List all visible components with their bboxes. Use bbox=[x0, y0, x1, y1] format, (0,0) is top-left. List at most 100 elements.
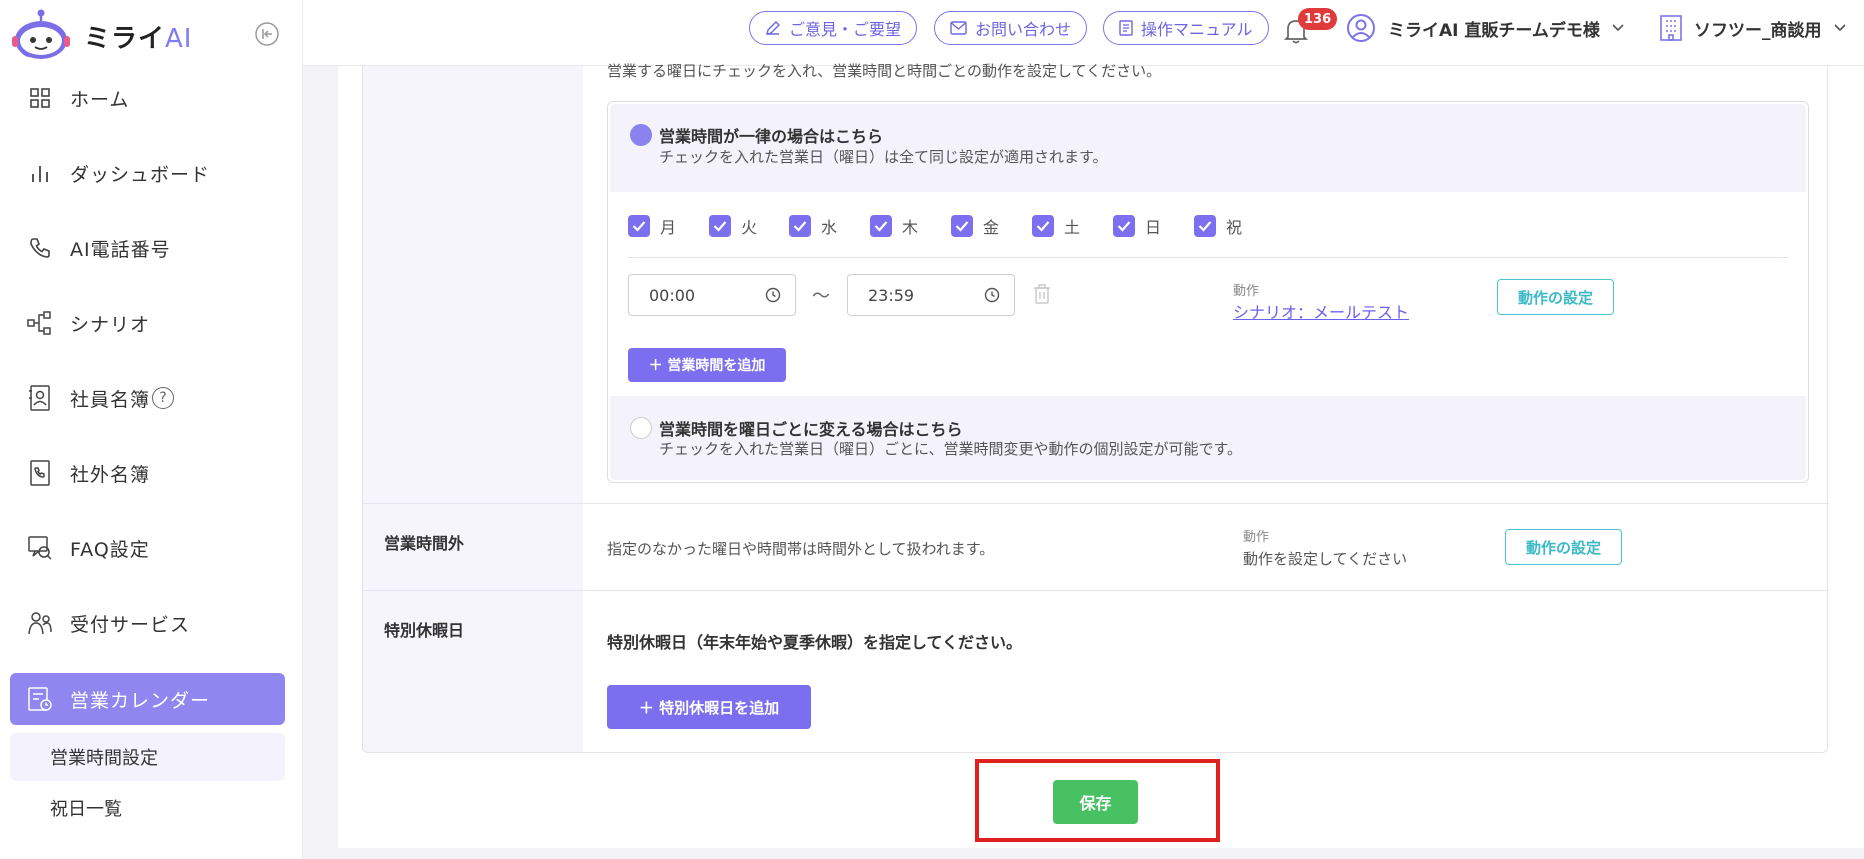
add-business-hours-button[interactable]: ＋ 営業時間を追加 bbox=[628, 348, 786, 382]
checkbox-checked-icon bbox=[1032, 215, 1054, 237]
checkbox-checked-icon bbox=[1194, 215, 1216, 237]
clock-icon bbox=[984, 287, 1000, 303]
manual-label: 操作マニュアル bbox=[1141, 20, 1253, 39]
action-label: 動作 bbox=[1243, 530, 1270, 545]
day-checkbox-tue[interactable]: 火 bbox=[709, 214, 757, 238]
uniform-option-desc: チェックを入れた営業日（曜日）は全て同じ設定が適用されます。 bbox=[659, 148, 1108, 166]
trash-icon[interactable] bbox=[1032, 283, 1052, 305]
day-checkbox-thu[interactable]: 木 bbox=[870, 214, 918, 238]
grid-icon bbox=[26, 84, 54, 112]
action-settings-button[interactable]: 動作の設定 bbox=[1497, 279, 1614, 315]
sidebar-item-label: 社員名簿 bbox=[70, 388, 151, 411]
feedback-label: ご意見・ご要望 bbox=[789, 20, 902, 39]
sidebar-item-label: AI電話番号 bbox=[70, 238, 171, 261]
sidebar-item-home[interactable]: ホーム bbox=[10, 72, 285, 124]
sidebar-item-dashboard[interactable]: ダッシュボード bbox=[10, 147, 285, 199]
day-checkbox-sat[interactable]: 土 bbox=[1032, 214, 1080, 238]
user-avatar-icon bbox=[1347, 14, 1375, 42]
sidebar-item-employee-directory[interactable]: 社員名簿 ? bbox=[10, 372, 285, 424]
day-checkbox-wed[interactable]: 水 bbox=[789, 214, 837, 238]
uniform-hours-radio[interactable] bbox=[630, 124, 652, 146]
user-menu[interactable]: ミライAI 直販チームデモ様 bbox=[1346, 12, 1624, 44]
help-icon[interactable]: ? bbox=[152, 387, 175, 409]
checkbox-checked-icon bbox=[628, 215, 650, 237]
business-hours-form: 営業時間外 特別休暇日 営業する曜日にチェックを入れ、営業時間と時間ごとの動作を… bbox=[362, 62, 1829, 753]
faq-icon bbox=[26, 534, 54, 562]
sidebar-item-reception[interactable]: 受付サービス bbox=[10, 597, 285, 649]
end-time-input[interactable]: 23:59 bbox=[847, 274, 1015, 316]
calendar-clock-icon bbox=[26, 685, 54, 713]
per-day-hours-radio[interactable] bbox=[630, 417, 652, 439]
manual-button[interactable]: 操作マニュアル bbox=[1103, 11, 1269, 45]
sidebar-item-label: シナリオ bbox=[70, 313, 151, 336]
sidebar-item-label: ホーム bbox=[70, 88, 130, 111]
people-icon bbox=[26, 609, 54, 637]
sidebar-item-label: 社外名簿 bbox=[70, 463, 151, 486]
sidebar-item-business-calendar[interactable]: 営業カレンダー bbox=[10, 673, 285, 725]
per-day-option-header: 営業時間を曜日ごとに変える場合はこちら チェックを入れた営業日（曜日）ごとに、営… bbox=[610, 396, 1806, 480]
day-checkbox-sun[interactable]: 日 bbox=[1113, 214, 1161, 238]
company-name: ソフツー_商談用 bbox=[1694, 20, 1822, 41]
collapse-sidebar-icon[interactable] bbox=[254, 21, 280, 47]
checkbox-checked-icon bbox=[709, 215, 731, 237]
time-range-separator: 〜 bbox=[812, 286, 830, 307]
uniform-option-header: 営業時間が一律の場合はこちら チェックを入れた営業日（曜日）は全て同じ設定が適用… bbox=[610, 104, 1806, 192]
day-checkbox-fri[interactable]: 金 bbox=[951, 214, 999, 238]
sidebar-item-label: ダッシュボード bbox=[70, 163, 211, 186]
mail-icon bbox=[950, 21, 967, 35]
brand-name: ミライAI bbox=[84, 23, 193, 54]
scenario-link[interactable]: シナリオ：メールテスト bbox=[1233, 299, 1409, 323]
clock-icon bbox=[765, 287, 781, 303]
contact-book-icon bbox=[26, 384, 54, 412]
save-button[interactable]: 保存 bbox=[1053, 780, 1138, 824]
sidebar-subitem-holidays[interactable]: 祝日一覧 bbox=[10, 784, 285, 832]
business-hours-intro: 営業する曜日にチェックを入れ、営業時間と時間ごとの動作を設定してください。 bbox=[607, 62, 1162, 80]
building-icon bbox=[1660, 15, 1682, 41]
special-holidays-label: 特別休暇日 bbox=[384, 621, 465, 640]
sidebar-item-faq[interactable]: FAQ設定 bbox=[10, 522, 285, 574]
divider bbox=[628, 257, 1788, 258]
special-holidays-label-cell: 特別休暇日 bbox=[363, 591, 583, 752]
flow-icon bbox=[26, 309, 54, 337]
day-checkbox-mon[interactable]: 月 bbox=[628, 214, 676, 238]
document-icon bbox=[1119, 20, 1133, 36]
hours-mode-options: 営業時間が一律の場合はこちら チェックを入れた営業日（曜日）は全て同じ設定が適用… bbox=[607, 101, 1809, 483]
company-menu[interactable]: ソフツー_商談用 bbox=[1658, 12, 1846, 44]
after-hours-label: 営業時間外 bbox=[384, 534, 465, 553]
sidebar: ミライAI ホーム ダッシュボード AI電話番号 シナリオ 社員名簿 ? 社外名… bbox=[0, 0, 303, 859]
contact-label: お問い合わせ bbox=[975, 20, 1072, 39]
checkbox-checked-icon bbox=[789, 215, 811, 237]
start-time-input[interactable]: 00:00 bbox=[628, 274, 796, 316]
action-label: 動作 bbox=[1233, 284, 1260, 299]
per-day-option-desc: チェックを入れた営業日（曜日）ごとに、営業時間変更や動作の個別設定が可能です。 bbox=[659, 440, 1243, 458]
phone-book-icon bbox=[26, 459, 54, 487]
after-hours-label-cell: 営業時間外 bbox=[363, 504, 583, 590]
after-hours-desc: 指定のなかった曜日や時間帯は時間外として扱われます。 bbox=[607, 540, 995, 558]
contact-button[interactable]: お問い合わせ bbox=[934, 11, 1088, 45]
business-hours-label-cell bbox=[363, 66, 583, 503]
bar-chart-icon bbox=[26, 159, 54, 187]
sidebar-item-external-directory[interactable]: 社外名簿 bbox=[10, 447, 285, 499]
sidebar-subitem-business-hours[interactable]: 営業時間設定 bbox=[10, 733, 285, 781]
after-hours-action-settings-button[interactable]: 動作の設定 bbox=[1505, 529, 1622, 565]
sidebar-item-label: 営業カレンダー bbox=[70, 689, 211, 712]
pencil-icon bbox=[766, 21, 780, 35]
logo[interactable]: ミライAI bbox=[10, 6, 192, 66]
checkbox-checked-icon bbox=[1113, 215, 1135, 237]
special-holidays-desc: 特別休暇日（年末年始や夏季休暇）を指定してください。 bbox=[607, 633, 1023, 652]
checkbox-checked-icon bbox=[870, 215, 892, 237]
checkbox-checked-icon bbox=[951, 215, 973, 237]
phone-icon bbox=[26, 234, 54, 262]
sidebar-item-scenario[interactable]: シナリオ bbox=[10, 297, 285, 349]
notification-count-badge: 136 bbox=[1298, 8, 1338, 30]
top-header: ご意見・ご要望 お問い合わせ 操作マニュアル 136 ミライAI 直販チームデモ… bbox=[303, 0, 1864, 66]
day-checkbox-holiday[interactable]: 祝 bbox=[1194, 214, 1242, 238]
user-name: ミライAI 直販チームデモ様 bbox=[1388, 20, 1600, 41]
per-day-option-title: 営業時間を曜日ごとに変える場合はこちら bbox=[659, 420, 963, 439]
feedback-button[interactable]: ご意見・ご要望 bbox=[749, 11, 918, 45]
uniform-option-title: 営業時間が一律の場合はこちら bbox=[659, 127, 884, 146]
sidebar-item-label: 受付サービス bbox=[70, 613, 191, 636]
sidebar-item-ai-phone[interactable]: AI電話番号 bbox=[10, 222, 285, 274]
chevron-down-icon bbox=[1833, 24, 1846, 32]
add-special-holiday-button[interactable]: ＋ 特別休暇日を追加 bbox=[607, 685, 811, 729]
